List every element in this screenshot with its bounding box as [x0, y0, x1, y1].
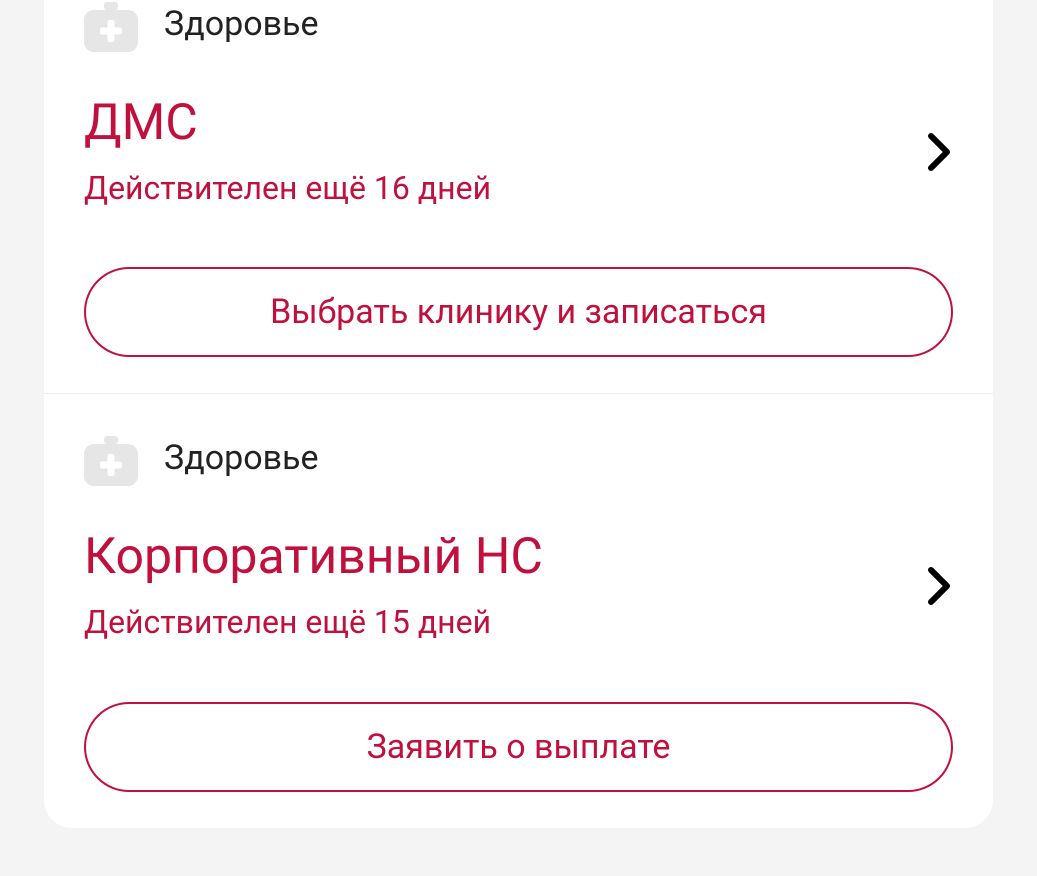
button-label: Выбрать клинику и записаться — [270, 292, 767, 332]
medkit-icon — [84, 434, 138, 482]
policy-subtitle: Действителен ещё 15 дней — [84, 603, 907, 641]
policy-category: Здоровье — [84, 0, 953, 48]
chevron-right-icon[interactable] — [927, 132, 953, 172]
policy-category: Здоровье — [84, 434, 953, 482]
policy-title: Корпоративный НС — [84, 530, 907, 585]
policy-title: ДМС — [84, 96, 907, 151]
policy-title-row[interactable]: Корпоративный НС Действителен ещё 15 дне… — [84, 530, 953, 641]
policy-subtitle: Действителен ещё 16 дней — [84, 169, 907, 207]
policy-title-row[interactable]: ДМС Действителен ещё 16 дней — [84, 96, 953, 207]
choose-clinic-button[interactable]: Выбрать клинику и записаться — [84, 267, 953, 357]
claim-payout-button[interactable]: Заявить о выплате — [84, 702, 953, 792]
policy-category-label: Здоровье — [164, 4, 319, 44]
policy-card: Здоровье ДМС Действителен ещё 16 дней Вы… — [44, 0, 993, 393]
chevron-right-icon[interactable] — [927, 566, 953, 606]
policy-card: Здоровье Корпоративный НС Действителен е… — [44, 393, 993, 827]
policy-category-label: Здоровье — [164, 438, 319, 478]
medkit-icon — [84, 0, 138, 48]
button-label: Заявить о выплате — [367, 727, 671, 767]
